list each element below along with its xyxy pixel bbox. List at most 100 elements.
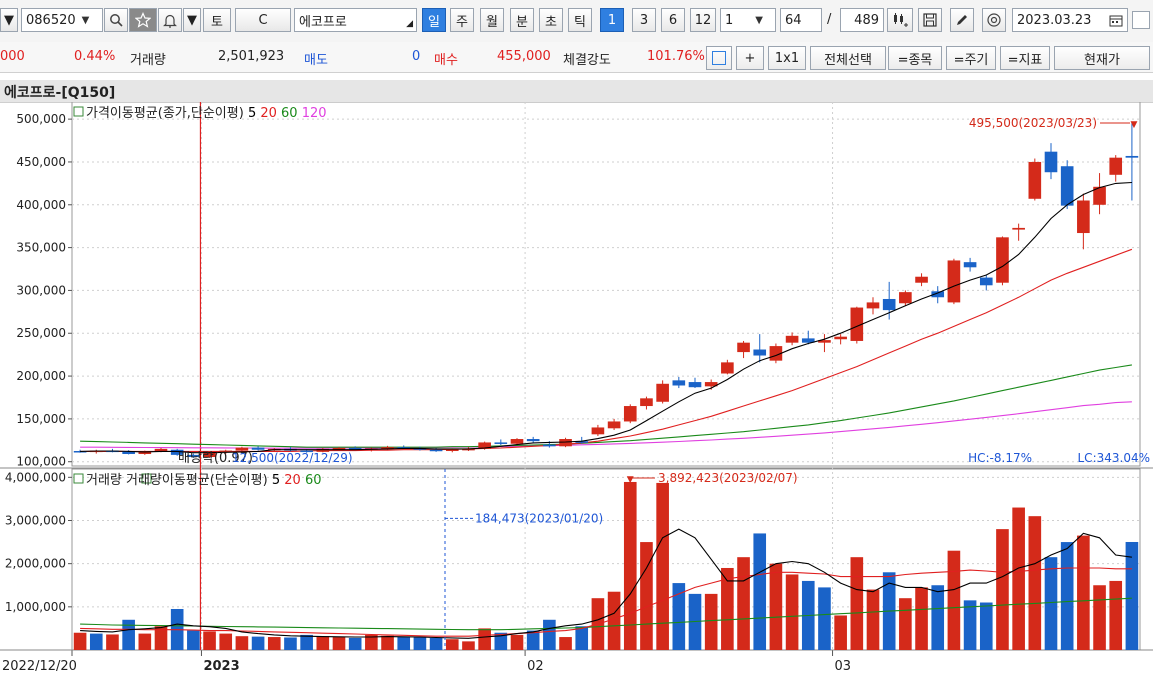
volume-bar xyxy=(316,636,330,650)
volume-bar xyxy=(704,593,718,650)
strength-label: 체결강도 xyxy=(563,53,611,68)
price-tick-label: 100,000 xyxy=(16,455,66,469)
legend-checkbox-icon xyxy=(73,106,84,117)
candle-body xyxy=(947,260,961,303)
same-stock-button[interactable]: =종목 xyxy=(888,46,942,70)
pen-icon xyxy=(957,15,967,25)
volume-bar xyxy=(672,583,686,650)
chevron-down-icon[interactable]: ▼ xyxy=(183,8,201,32)
date-value: 2023.03.23 xyxy=(1017,12,1092,28)
calendar-icon[interactable] xyxy=(1109,14,1123,27)
arrow-down-icon: ▼ xyxy=(627,475,634,485)
volume-bar xyxy=(478,628,491,650)
strength-value: 101.76% xyxy=(647,49,705,64)
candle-body xyxy=(656,383,669,402)
volume-bar xyxy=(931,585,945,650)
bid-value: 455,000 xyxy=(497,49,551,64)
bid-label: 매수 xyxy=(434,53,458,68)
period-minute[interactable]: 분 xyxy=(510,8,534,32)
save-icon[interactable] xyxy=(918,8,942,32)
volume-bar xyxy=(219,633,233,650)
legend-entry: 120 xyxy=(302,106,327,121)
same-period-button[interactable]: =주기 xyxy=(946,46,996,70)
period-week[interactable]: 주 xyxy=(450,8,474,32)
period-second[interactable]: 초 xyxy=(539,8,563,32)
high-annotation-label: 495,500(2023/03/23) xyxy=(969,116,1097,130)
candle-body xyxy=(753,349,767,356)
toolbar: ▼ 086520 ▼ ▼ 토 C 에코프로 ◢ 일 주 월 분 초 틱 1 3 6… xyxy=(0,0,1153,43)
x-axis-label: 03 xyxy=(835,659,852,674)
volume-bar xyxy=(106,634,119,650)
price-tail: 000 xyxy=(0,49,25,64)
checkbox[interactable] xyxy=(1132,11,1150,29)
stock-name-field[interactable]: 에코프로 ◢ xyxy=(294,8,417,32)
interval-select[interactable]: 1 ▼ xyxy=(720,8,776,32)
settings-icon xyxy=(987,13,1001,27)
count-input[interactable]: 64 xyxy=(780,8,822,32)
candle-body xyxy=(996,237,1009,283)
same-indicator-button[interactable]: =지표 xyxy=(1000,46,1050,70)
ask-value: 0 xyxy=(412,49,421,64)
multiplier-6[interactable]: 6 xyxy=(661,8,685,32)
candle-body xyxy=(688,382,702,388)
candle-body xyxy=(559,439,572,447)
volume-bar xyxy=(429,637,443,650)
volume-bar xyxy=(348,637,362,650)
legend-entry: 5 xyxy=(248,106,260,121)
total-count-field[interactable]: 489 xyxy=(840,8,884,32)
candle-body xyxy=(543,444,556,447)
chart-type-icon[interactable] xyxy=(887,8,913,32)
period-day[interactable]: 일 xyxy=(422,8,446,32)
price-tick-label: 500,000 xyxy=(16,112,66,126)
period-month[interactable]: 월 xyxy=(480,8,504,32)
candle-body xyxy=(737,342,750,353)
price-tick-label: 250,000 xyxy=(16,326,66,340)
date-annotation: 12,500(2022/12/29) xyxy=(232,451,353,465)
volume-bar xyxy=(915,587,928,650)
multiplier-3[interactable]: 3 xyxy=(632,8,656,32)
c-button[interactable]: C xyxy=(235,8,291,32)
candle-body xyxy=(834,336,847,340)
pen-icon[interactable] xyxy=(950,8,974,32)
date-field[interactable]: 2023.03.23 xyxy=(1012,8,1128,32)
change-percent: 0.44% xyxy=(74,49,116,64)
save-icon xyxy=(923,13,937,27)
candle-body xyxy=(1060,166,1074,206)
volume-bar xyxy=(818,587,831,650)
price-tick-label: 150,000 xyxy=(16,412,66,426)
select-all-button[interactable]: 전체선택 xyxy=(810,46,886,70)
volume-bar xyxy=(850,557,864,650)
legend-entry: 거래량이동평균(단순이평) xyxy=(126,473,272,488)
settings-icon[interactable] xyxy=(982,8,1006,32)
candle-body xyxy=(1044,151,1058,173)
candle-body xyxy=(1028,161,1042,199)
count-separator: / xyxy=(827,12,832,27)
multiplier-1[interactable]: 1 xyxy=(600,8,624,32)
stock-code-select[interactable]: 086520 ▼ xyxy=(21,8,103,32)
volume-bar xyxy=(640,542,653,650)
candle-body xyxy=(1125,155,1139,158)
bell-icon[interactable] xyxy=(158,8,182,32)
period-tick[interactable]: 틱 xyxy=(568,8,592,32)
volume-bar xyxy=(559,637,572,650)
volume-bar xyxy=(122,619,135,650)
stock-chart[interactable]: 500,000 450,000 400,000 350,000 300,000 250,0… xyxy=(0,102,1153,678)
volume-bar xyxy=(235,636,249,650)
star-icon[interactable] xyxy=(129,8,157,32)
volume-bar xyxy=(947,550,961,650)
legend-entry: 거래량 xyxy=(86,473,126,488)
search-icon[interactable] xyxy=(104,8,128,32)
volume-bar xyxy=(381,635,394,650)
add-button[interactable]: + xyxy=(736,46,764,70)
search-icon xyxy=(110,14,123,27)
tab-to-button[interactable]: 토 xyxy=(203,8,231,32)
volume-bar xyxy=(1012,507,1025,650)
multiplier-12[interactable]: 12 xyxy=(690,8,716,32)
square-toggle[interactable] xyxy=(706,46,732,70)
resize-corner-icon: ◢ xyxy=(406,19,413,29)
volume-value: 2,501,923 xyxy=(218,49,285,64)
volume-bar xyxy=(138,633,152,650)
chevron-down-icon[interactable]: ▼ xyxy=(0,8,18,32)
current-price-button[interactable]: 현재가 xyxy=(1054,46,1150,70)
layout-1x1-button[interactable]: 1x1 xyxy=(768,46,806,70)
